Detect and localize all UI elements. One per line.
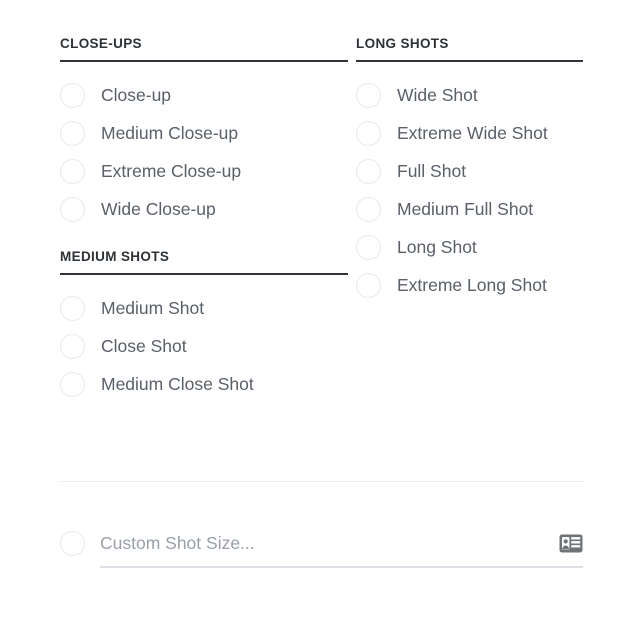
radio-button[interactable] (60, 196, 85, 222)
shot-option-medium-shots-0[interactable]: Medium Shot (60, 289, 348, 327)
group-title-medium-shots: MEDIUM SHOTS (60, 249, 170, 264)
shot-option-label: Long Shot (397, 237, 477, 257)
group-rule-medium-shots (60, 273, 348, 275)
left-column: CLOSE-UPS Close-up Medium Close-up Extreme … (60, 36, 348, 403)
shot-option-label: Wide Shot (397, 85, 478, 105)
shot-option-close-ups-0[interactable]: Close-up (60, 76, 348, 114)
shot-option-long-shots-1[interactable]: Extreme Wide Shot (356, 114, 583, 152)
custom-shot-size-field-wrap (100, 530, 583, 556)
shot-option-label: Medium Close Shot (101, 374, 254, 394)
radio-button[interactable] (60, 371, 85, 397)
shot-option-medium-shots-2[interactable]: Medium Close Shot (60, 365, 348, 403)
group-title-close-ups: CLOSE-UPS (60, 36, 142, 51)
custom-shot-size-underline (100, 566, 583, 568)
shot-option-close-ups-3[interactable]: Wide Close-up (60, 190, 348, 228)
group-options-close-ups: Close-up Medium Close-up Extreme Close-up W… (60, 76, 348, 228)
contact-card-icon[interactable] (559, 534, 583, 553)
shot-option-label: Extreme Long Shot (397, 275, 547, 295)
shot-option-long-shots-4[interactable]: Long Shot (356, 228, 583, 266)
radio-button[interactable] (60, 120, 85, 146)
radio-button[interactable] (60, 158, 85, 184)
group-title-long-shots: LONG SHOTS (356, 36, 449, 51)
group-rule-long-shots (356, 60, 583, 62)
shot-option-long-shots-3[interactable]: Medium Full Shot (356, 190, 583, 228)
shot-option-label: Medium Close-up (101, 123, 239, 143)
shot-group-close-ups: CLOSE-UPS Close-up Medium Close-up Extreme … (60, 36, 348, 228)
shot-option-close-ups-2[interactable]: Extreme Close-up (60, 152, 348, 190)
right-column: LONG SHOTS Wide Shot Extreme Wide Shot Full… (356, 36, 583, 304)
custom-shot-size-input[interactable] (100, 532, 547, 554)
radio-button[interactable] (60, 333, 85, 359)
shot-option-close-ups-1[interactable]: Medium Close-up (60, 114, 348, 152)
radio-button[interactable] (356, 82, 381, 108)
group-options-medium-shots: Medium Shot Close Shot Medium Close Shot (60, 289, 348, 403)
section-divider (60, 481, 583, 482)
custom-shot-size-radio[interactable] (60, 530, 85, 556)
shot-group-long-shots: LONG SHOTS Wide Shot Extreme Wide Shot Full… (356, 36, 583, 304)
radio-button[interactable] (60, 82, 85, 108)
shot-option-long-shots-2[interactable]: Full Shot (356, 152, 583, 190)
radio-button[interactable] (356, 158, 381, 184)
shot-option-long-shots-0[interactable]: Wide Shot (356, 76, 583, 114)
custom-shot-size-row[interactable] (60, 530, 583, 556)
shot-option-label: Extreme Wide Shot (397, 123, 548, 143)
group-rule-close-ups (60, 60, 348, 62)
radio-button[interactable] (356, 196, 381, 222)
shot-group-medium-shots: MEDIUM SHOTS Medium Shot Close Shot Medium … (60, 249, 348, 403)
group-options-long-shots: Wide Shot Extreme Wide Shot Full Shot Mediu… (356, 76, 583, 304)
shot-option-long-shots-5[interactable]: Extreme Long Shot (356, 266, 583, 304)
shot-size-picker: CLOSE-UPS Close-up Medium Close-up Extreme … (0, 0, 640, 626)
radio-button[interactable] (356, 234, 381, 260)
shot-option-label: Full Shot (397, 161, 467, 181)
shot-option-medium-shots-1[interactable]: Close Shot (60, 327, 348, 365)
shot-option-label: Medium Shot (101, 298, 205, 318)
radio-button[interactable] (356, 272, 381, 298)
shot-option-label: Medium Full Shot (397, 199, 534, 219)
shot-option-label: Close-up (101, 85, 172, 105)
shot-option-label: Wide Close-up (101, 199, 216, 219)
shot-option-label: Close Shot (101, 336, 187, 356)
radio-button[interactable] (356, 120, 381, 146)
radio-button[interactable] (60, 295, 85, 321)
shot-option-label: Extreme Close-up (101, 161, 242, 181)
